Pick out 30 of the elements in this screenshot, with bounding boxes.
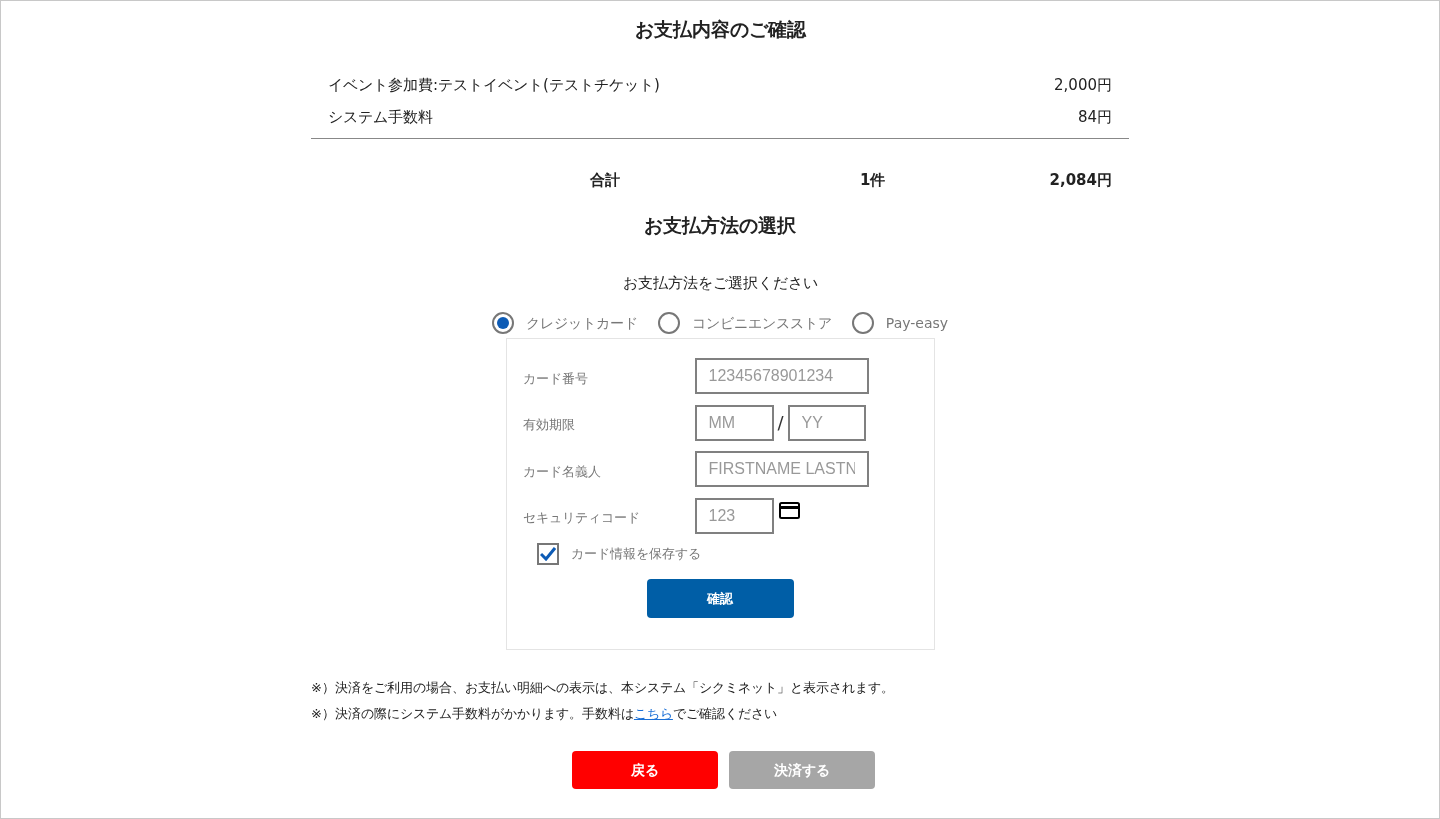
- payment-method-radio[interactable]: クレジットカード: [491, 312, 638, 334]
- total-label: 合計: [590, 169, 620, 191]
- note-text: ※）決済の際にシステム手数料がかかります。手数料はこちら でご確認ください: [311, 704, 778, 723]
- payment-method-radio[interactable]: コンビニエンスストア: [657, 312, 832, 334]
- field-label: 有効期限: [522, 416, 576, 434]
- line-item-label: システム手数料: [328, 107, 433, 129]
- field-label: セキュリティコード: [522, 509, 641, 527]
- section-title: お支払方法の選択: [644, 213, 796, 238]
- save-card-checkbox[interactable]: カード情報を保存する: [536, 543, 701, 565]
- note-text: ※）決済をご利用の場合、お支払い明細への表示は、本システム「シクミネット」と表示されます。: [311, 679, 895, 697]
- total-count: 1件: [860, 169, 886, 191]
- prompt-text: お支払方法をご選択ください: [622, 272, 818, 294]
- text-field[interactable]: 12345678901234: [694, 358, 869, 395]
- fee-link[interactable]: こちら: [633, 705, 673, 721]
- section-title: お支払内容のご確認: [634, 17, 806, 42]
- security-code-field[interactable]: 123: [694, 497, 774, 534]
- payment-method-radio[interactable]: Pay-easy: [851, 312, 949, 334]
- back-button[interactable]: 戻る: [571, 751, 718, 789]
- field-label: カード名義人: [522, 462, 602, 481]
- checkmark-icon: [539, 547, 556, 561]
- confirm-button[interactable]: 確認: [646, 579, 794, 618]
- month-field[interactable]: MM: [694, 404, 774, 441]
- line-item-amount: 2,000円: [1054, 75, 1112, 97]
- line-item-label: イベント参加費:テストイベント(テストチケット): [328, 75, 660, 97]
- field-label: カード番号: [522, 369, 589, 388]
- card-icon: [778, 502, 800, 520]
- line-item-amount: 84円: [1077, 107, 1112, 129]
- year-field[interactable]: YY: [787, 404, 866, 441]
- separator-text: /: [776, 411, 785, 436]
- total-amount: 2,084円: [1049, 169, 1112, 191]
